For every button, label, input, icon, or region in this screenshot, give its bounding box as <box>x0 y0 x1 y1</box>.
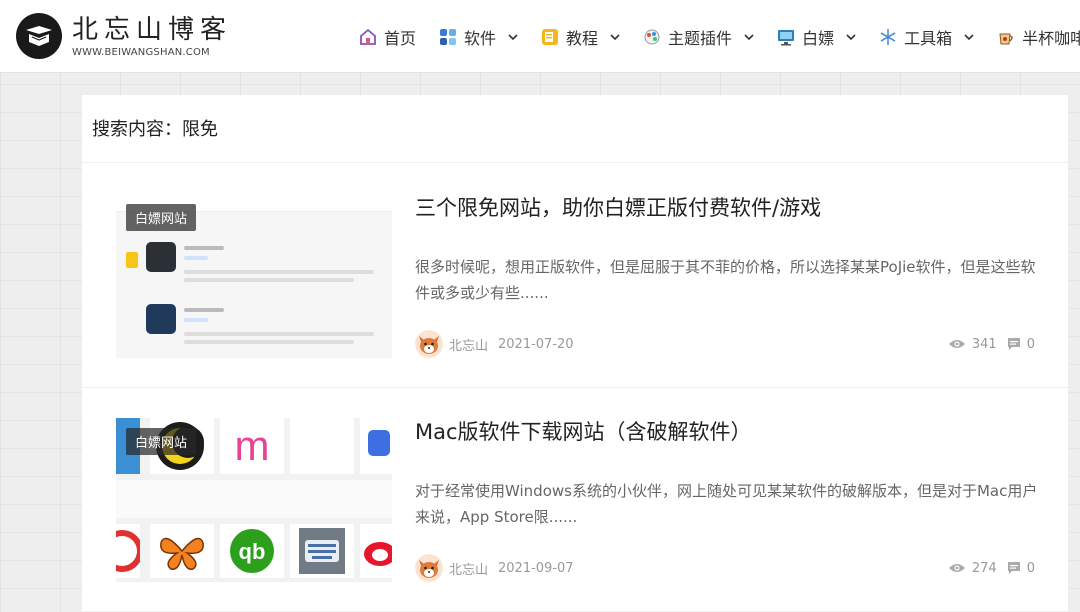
post-thumbnail[interactable]: 白嫖网站 <box>116 194 392 358</box>
comment-icon <box>1007 562 1020 574</box>
chevron-down-icon <box>964 33 974 40</box>
nav-label: 首页 <box>384 28 417 48</box>
svg-text:qb: qb <box>239 539 266 564</box>
quickbooks-icon: qb <box>230 529 274 573</box>
logo-title: 北忘山博客 <box>72 14 233 45</box>
post-excerpt: 很多时候呢，想用正版软件，但是屈服于其不菲的价格，所以选择某某PoJie软件，但… <box>415 258 1036 302</box>
red-logo-icon <box>116 530 140 572</box>
nav-item-tutorial[interactable]: 教程 <box>540 25 620 49</box>
thumb-app-row <box>146 304 386 348</box>
nav-label: 白嫖 <box>802 28 835 48</box>
post-author[interactable]: 北忘山 <box>449 559 488 578</box>
nav-item-toolbox[interactable]: 工具箱 <box>878 25 974 49</box>
post-date: 2021-09-07 <box>498 560 574 576</box>
chevron-down-icon <box>744 33 754 40</box>
main-nav: 首页 软件 教程 主题插件 白嫖 工具箱 半杯咖啡 <box>358 0 1080 73</box>
post-title[interactable]: 三个限免网站，助你白嫖正版付费软件/游戏 <box>415 192 821 222</box>
author-avatar[interactable] <box>415 330 443 358</box>
post-thumbnail[interactable]: m qb 白嫖网站 <box>116 418 392 582</box>
coffee-icon <box>999 33 1013 44</box>
snowflake-icon <box>880 28 896 45</box>
comment-count: 0 <box>1026 336 1035 352</box>
nav-label: 半杯咖啡 <box>1022 28 1080 48</box>
keyboard-icon <box>299 528 345 574</box>
post-meta: 北忘山 2021-07-20 341 0 <box>415 330 1035 358</box>
eye-icon <box>948 340 965 348</box>
nav-item-home[interactable]: 首页 <box>358 25 416 49</box>
post-date: 2021-07-20 <box>498 336 574 352</box>
post-category-tag[interactable]: 白嫖网站 <box>126 428 197 455</box>
view-count: 274 <box>971 560 997 576</box>
view-count: 341 <box>971 336 997 352</box>
post-category-tag[interactable]: 白嫖网站 <box>126 204 197 231</box>
post-title[interactable]: Mac版软件下载网站（含破解软件） <box>415 416 752 446</box>
monitor-icon <box>778 29 795 45</box>
chevron-down-icon <box>508 33 518 40</box>
author-avatar[interactable] <box>415 554 443 582</box>
nav-item-freebies[interactable]: 白嫖 <box>776 25 856 49</box>
eye-icon <box>948 564 965 572</box>
app-icon <box>146 242 176 272</box>
thumb-app-row <box>146 242 386 286</box>
weibo-icon <box>364 542 392 566</box>
butterfly-icon <box>160 537 204 570</box>
post-stats: 274 0 <box>948 554 1035 582</box>
nav-item-themes[interactable]: 主题插件 <box>642 25 754 49</box>
home-icon <box>360 28 376 45</box>
chevron-down-icon <box>610 33 620 40</box>
apps-icon <box>440 28 457 45</box>
app-icon <box>146 304 176 334</box>
nav-label: 工具箱 <box>904 28 953 48</box>
nav-item-coffee[interactable]: 半杯咖啡 <box>996 25 1080 49</box>
search-results-panel: 搜索内容：限免 白嫖网站 三个限免网站，助你白嫖正版付费软件/游戏 很多时候呢，… <box>82 95 1068 612</box>
comment-icon <box>1007 338 1020 350</box>
nav-label: 教程 <box>566 28 599 48</box>
logo-url: WWW.BEIWANGSHAN.COM <box>72 46 210 58</box>
badge-icon <box>126 252 138 268</box>
nav-label: 主题插件 <box>668 28 733 48</box>
nav-label: 软件 <box>464 28 497 48</box>
post-stats: 341 0 <box>948 330 1035 358</box>
logo-mark-icon <box>16 13 62 59</box>
post-meta: 北忘山 2021-09-07 274 0 <box>415 554 1035 582</box>
palette-icon <box>644 29 660 44</box>
nav-item-software[interactable]: 软件 <box>438 25 518 49</box>
book-icon <box>542 28 559 45</box>
comment-count: 0 <box>1026 560 1035 576</box>
post-card: 白嫖网站 三个限免网站，助你白嫖正版付费软件/游戏 很多时候呢，想用正版软件，但… <box>82 164 1068 388</box>
site-header: 北忘山博客 WWW.BEIWANGSHAN.COM 首页 软件 教程 主题插件 … <box>0 0 1080 73</box>
site-logo[interactable]: 北忘山博客 WWW.BEIWANGSHAN.COM <box>16 13 232 59</box>
post-card: m qb 白嫖网站 Mac版软件下载网站（含破解软件） 对于经常使用Window… <box>82 388 1068 612</box>
chevron-down-icon <box>846 33 856 40</box>
post-author[interactable]: 北忘山 <box>449 335 488 354</box>
m-logo-icon: m <box>234 422 270 469</box>
post-excerpt: 对于经常使用Windows系统的小伙伴，网上随处可见某某软件的破解版本，但是对于… <box>415 482 1038 526</box>
search-results-title: 搜索内容：限免 <box>82 95 1068 163</box>
